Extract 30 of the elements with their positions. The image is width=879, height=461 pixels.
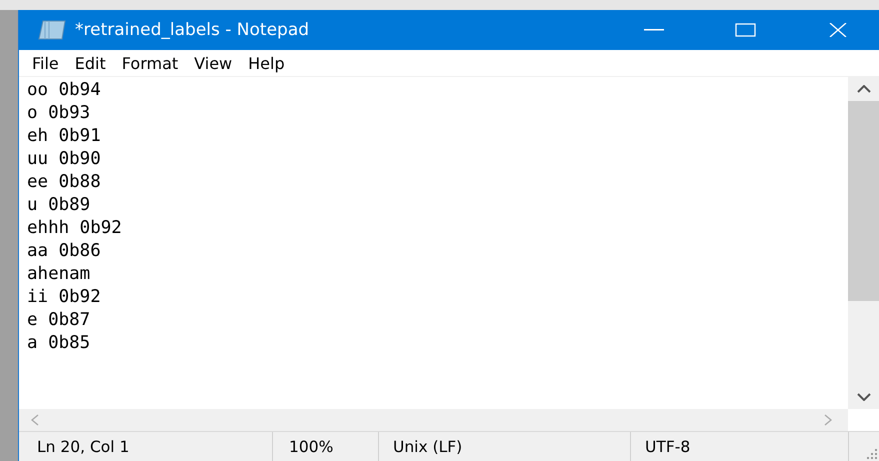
resize-grip-icon[interactable] (867, 449, 877, 459)
scroll-up-icon[interactable] (856, 85, 870, 93)
menu-item[interactable]: Format (114, 54, 186, 72)
text-line: eh 0b91 (27, 125, 101, 148)
text-line: e 0b87 (27, 309, 90, 332)
text-line: o 0b93 (27, 102, 90, 125)
notepad-icon (37, 19, 67, 41)
menu-item[interactable]: Help (241, 54, 292, 72)
text-line: ehhh 0b92 (27, 217, 122, 240)
window-title: *retrained_labels - Notepad (75, 20, 310, 40)
text-line: aa 0b86 (27, 240, 101, 263)
text-line: ee 0b88 (27, 171, 101, 194)
text-line: uu 0b90 (27, 148, 101, 171)
menu-item[interactable]: View (187, 54, 240, 72)
text-line: oo 0b94 (27, 79, 101, 102)
minimize-icon[interactable] (644, 29, 664, 31)
menu-item[interactable]: File (25, 54, 66, 72)
maximize-icon[interactable] (735, 23, 757, 37)
status-text: UTF-8 (631, 432, 849, 461)
status-text: Unix (LF) (379, 432, 631, 461)
text-line: ii 0b92 (27, 286, 101, 309)
menu-item[interactable]: Edit (68, 54, 113, 72)
text-line: a 0b85 (27, 332, 90, 355)
text-line: ahenam (27, 263, 90, 286)
text-line: u 0b89 (27, 194, 90, 217)
status-text: 100% (273, 432, 379, 461)
status-text: Ln 20, Col 1 (19, 432, 273, 461)
scrollbar-thumb[interactable] (848, 101, 879, 301)
close-icon[interactable] (827, 23, 849, 37)
scroll-down-icon[interactable] (856, 393, 870, 401)
